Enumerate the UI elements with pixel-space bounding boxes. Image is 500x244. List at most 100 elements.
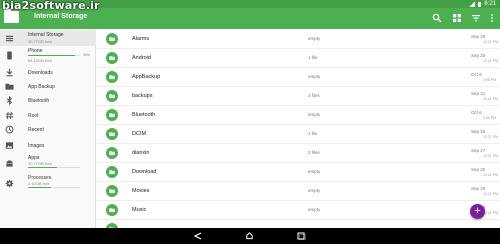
sidebar-item-root[interactable]: Root <box>0 109 96 122</box>
folder-icon <box>5 83 14 90</box>
folder-icon <box>106 90 118 102</box>
folder-icon <box>106 33 118 45</box>
storage-folder-icon[interactable] <box>4 9 19 23</box>
file-time: 12:21 PM <box>483 135 498 139</box>
file-time: 12:21 PM <box>483 173 498 177</box>
sidebar-item-label: Images <box>28 143 45 149</box>
file-time: 2:55 PM <box>483 116 497 120</box>
usage-bar <box>28 167 80 168</box>
recent-apps-icon[interactable] <box>296 232 306 240</box>
file-name: Bluetooth <box>132 112 156 118</box>
file-date: Oct 6 <box>471 72 482 77</box>
file-time: 12:21 PM <box>483 97 498 101</box>
back-icon[interactable] <box>193 232 203 240</box>
home-icon[interactable] <box>245 231 254 240</box>
file-row[interactable]: Android 1 file Sep 20 12:21 PM <box>97 48 500 68</box>
sidebar-item-internal-storage[interactable]: Internal Storage 30.77GB free <box>0 30 96 46</box>
sidebar-item-label: App Backup <box>28 84 55 90</box>
filter-icon[interactable] <box>471 13 481 23</box>
file-size: 3 files <box>308 93 320 98</box>
folder-icon <box>106 185 118 197</box>
file-list: Alarms empty Sep 20 12:21 PM Android 1 file Se… <box>97 29 500 228</box>
folder-icon <box>106 166 118 178</box>
watermark: bia2software.ir <box>2 0 100 12</box>
file-time: 12:21 PM <box>483 192 498 196</box>
file-size: empty <box>308 169 321 174</box>
sidebar-item-recent[interactable]: Recent <box>0 123 96 136</box>
file-time: 12:21 PM <box>483 154 498 158</box>
file-row[interactable] <box>97 219 500 228</box>
sidebar-item-processes[interactable]: Processes 2.10GB free <box>0 174 96 192</box>
free-space-label: 30.77GB free <box>28 39 52 44</box>
search-icon[interactable] <box>432 13 442 23</box>
sidebar-item-label: Bluetooth <box>28 98 50 104</box>
file-row[interactable]: Alarms empty Sep 20 12:21 PM <box>97 29 500 49</box>
sidebar-item-bluetooth[interactable]: Bluetooth <box>0 94 96 107</box>
sidebar-item-phone[interactable]: Phone 90% 54.12GB free <box>0 47 96 65</box>
sidebar-item-apps[interactable]: Apps 30.77GB free <box>0 154 96 172</box>
file-row[interactable]: DCIM 1 file Sep 20 12:21 PM <box>97 124 500 144</box>
file-name: Movies <box>132 188 150 194</box>
usage-bar-fill <box>28 167 57 168</box>
file-date: Sep 20 <box>471 167 486 172</box>
download-icon <box>6 68 13 77</box>
file-size: empty <box>308 112 321 117</box>
file-date: Sep 20 <box>471 53 486 58</box>
file-size: empty <box>308 188 321 193</box>
page-title: Internal Storage <box>34 13 88 20</box>
file-size: empty <box>308 207 321 212</box>
usage-bar <box>28 55 80 56</box>
file-row[interactable]: Download empty Sep 20 12:21 PM <box>97 162 500 182</box>
file-row[interactable]: MusicemptySep 2012:21 PM <box>97 200 500 220</box>
sidebar-item-app-backup[interactable]: App Backup <box>0 80 96 93</box>
sidebar-item-label: Downloads <box>28 70 53 76</box>
file-date: Sep 20 <box>471 129 486 134</box>
folder-icon <box>106 71 118 83</box>
battery-icon <box>478 1 482 7</box>
usage-percent: 90% <box>83 53 91 57</box>
bluetooth-icon <box>6 96 13 105</box>
file-name: Music <box>132 207 147 213</box>
clock-icon <box>5 125 14 134</box>
file-row[interactable]: dianxin 2 files Sep 27 12:21 PM <box>97 143 500 163</box>
android-icon <box>6 160 13 167</box>
navigation-drawer: Internal Storage 30.77GB free Phone 90% … <box>0 29 96 228</box>
gear-icon <box>5 179 14 188</box>
phone-icon <box>7 51 12 60</box>
sidebar-item-downloads[interactable]: Downloads <box>0 66 96 79</box>
add-fab-button[interactable]: + <box>470 204 485 219</box>
file-name: DCIM <box>132 131 147 137</box>
file-size: empty <box>308 36 321 41</box>
sidebar-item-images[interactable]: Images <box>0 139 96 152</box>
file-row[interactable]: Movies empty Sep 20 12:21 PM <box>97 181 500 201</box>
file-size: 1 file <box>308 55 318 60</box>
file-row[interactable]: AppBackup empty Oct 6 2:55 PM <box>97 67 500 87</box>
grid-view-icon[interactable] <box>452 13 462 23</box>
phone-storage-icon <box>5 35 14 42</box>
free-space-label: 54.12GB free <box>28 58 52 63</box>
sidebar-item-label: Recent <box>28 127 44 133</box>
folder-icon <box>106 109 118 121</box>
file-date: Sep 21 <box>471 91 486 96</box>
hash-icon <box>5 111 14 120</box>
status-time: 6:21 <box>484 1 496 7</box>
file-size: 2 files <box>308 150 320 155</box>
folder-icon <box>106 52 118 64</box>
folder-icon <box>106 128 118 140</box>
signal-icon <box>469 1 476 7</box>
file-date: Sep 20 <box>471 34 486 39</box>
sidebar-item-label: Phone <box>28 48 43 54</box>
file-name: Alarms <box>132 36 150 42</box>
free-space-label: 2.10GB free <box>28 181 50 186</box>
file-row[interactable]: Bluetooth empty Oct 6 2:55 PM <box>97 105 500 125</box>
usage-bar-fill <box>28 55 75 56</box>
free-space-label: 30.77GB free <box>28 161 52 166</box>
sidebar-item-label: Root <box>28 113 39 119</box>
usage-bar-fill <box>28 187 52 188</box>
file-size: 1 file <box>308 131 318 136</box>
more-options-icon[interactable] <box>487 13 497 23</box>
file-name: dianxin <box>132 150 150 156</box>
file-row[interactable]: backups 3 files Sep 21 12:21 PM <box>97 86 500 106</box>
file-date: Sep 27 <box>471 148 486 153</box>
folder-icon <box>106 147 118 159</box>
